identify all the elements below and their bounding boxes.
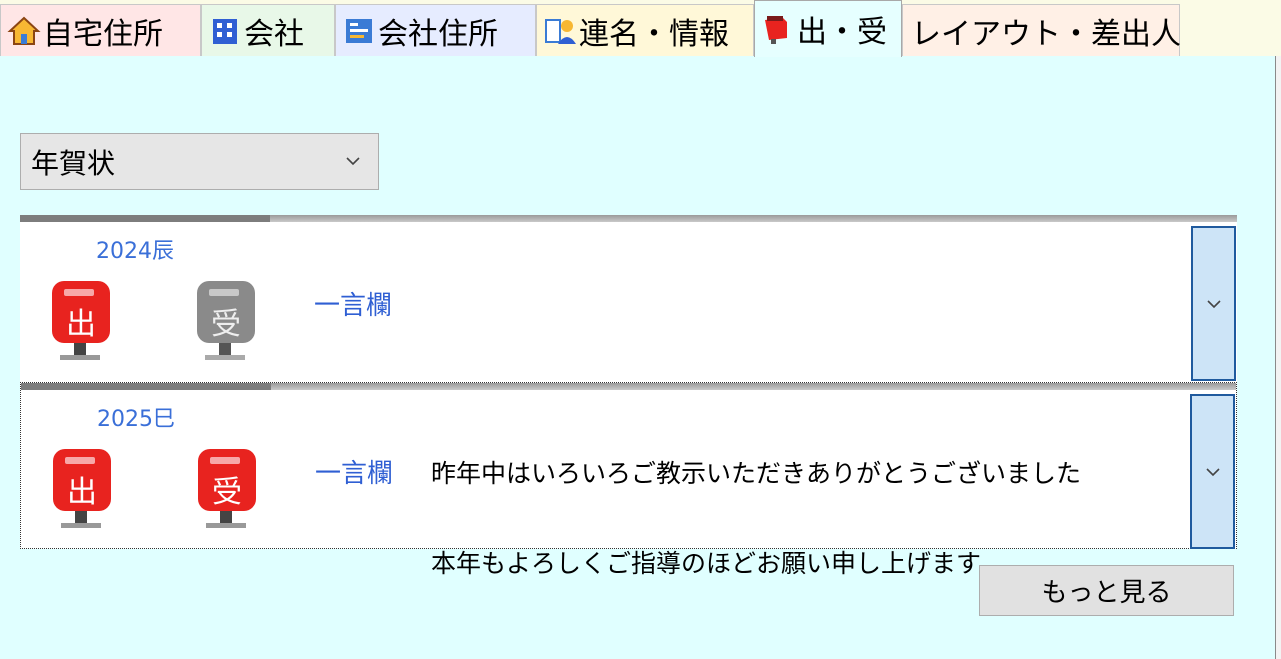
tab-label: レイアウト・差出人 [911, 16, 1181, 52]
tab-bar: 自宅住所 会社 会社住所 連名・情報 出・受 レイアウト・差出人 [0, 0, 1281, 57]
window-edge [1275, 56, 1281, 659]
record-year: 2024辰 [96, 239, 174, 264]
tab-label: 会社 [244, 16, 304, 52]
hitokoto-label[interactable]: 一言欄 [314, 285, 392, 322]
expand-button[interactable] [1190, 394, 1235, 549]
tab-sent-received[interactable]: 出・受 [754, 0, 902, 57]
card-type-select[interactable]: 年賀状 [20, 133, 379, 190]
sent-postbox-icon[interactable]: 出 [50, 279, 114, 363]
show-more-label: もっと見る [1041, 578, 1172, 608]
tab-joint-names-info[interactable]: 連名・情報 [536, 4, 754, 56]
record-divider [20, 215, 1237, 222]
svg-text:受: 受 [211, 307, 241, 342]
hitokoto-label[interactable]: 一言欄 [315, 453, 393, 490]
card-type-value: 年賀状 [31, 146, 116, 180]
tab-label: 連名・情報 [579, 16, 729, 52]
sent-postbox-icon[interactable]: 出 [51, 447, 115, 531]
svg-text:出: 出 [67, 475, 97, 510]
svg-text:受: 受 [212, 475, 242, 510]
record-row: 2024辰 出 受 一言欄 [20, 215, 1237, 382]
memo-line: 昨年中はいろいろご教示いただきありがとうございました [431, 459, 1082, 488]
company-address-icon [346, 18, 372, 43]
postbox-icon [765, 16, 787, 44]
record-divider [21, 383, 1236, 390]
expand-button[interactable] [1191, 226, 1236, 381]
tab-layout-sender[interactable]: レイアウト・差出人 [902, 4, 1181, 56]
chevron-down-icon [1206, 299, 1221, 308]
company-icon [213, 18, 237, 44]
show-more-button[interactable]: もっと見る [979, 565, 1234, 616]
tab-company-address[interactable]: 会社住所 [335, 4, 536, 56]
people-info-icon [545, 18, 576, 44]
tab-home-address[interactable]: 自宅住所 [0, 4, 201, 56]
svg-text:出: 出 [66, 307, 96, 342]
received-postbox-icon[interactable]: 受 [196, 447, 260, 531]
chevron-down-icon [1205, 467, 1220, 476]
received-postbox-icon[interactable]: 受 [195, 279, 259, 363]
tab-company[interactable]: 会社 [201, 4, 335, 56]
record-row: 2025巳 出 受 一言欄 昨年中はいろいろご教示いただきありがとうございました… [20, 382, 1237, 578]
tab-label: 自宅住所 [43, 16, 163, 52]
chevron-down-icon [346, 157, 360, 166]
tab-label: 出・受 [797, 15, 887, 50]
record-year: 2025巳 [97, 407, 175, 432]
house-icon [7, 16, 41, 45]
tab-label: 会社住所 [378, 16, 498, 52]
